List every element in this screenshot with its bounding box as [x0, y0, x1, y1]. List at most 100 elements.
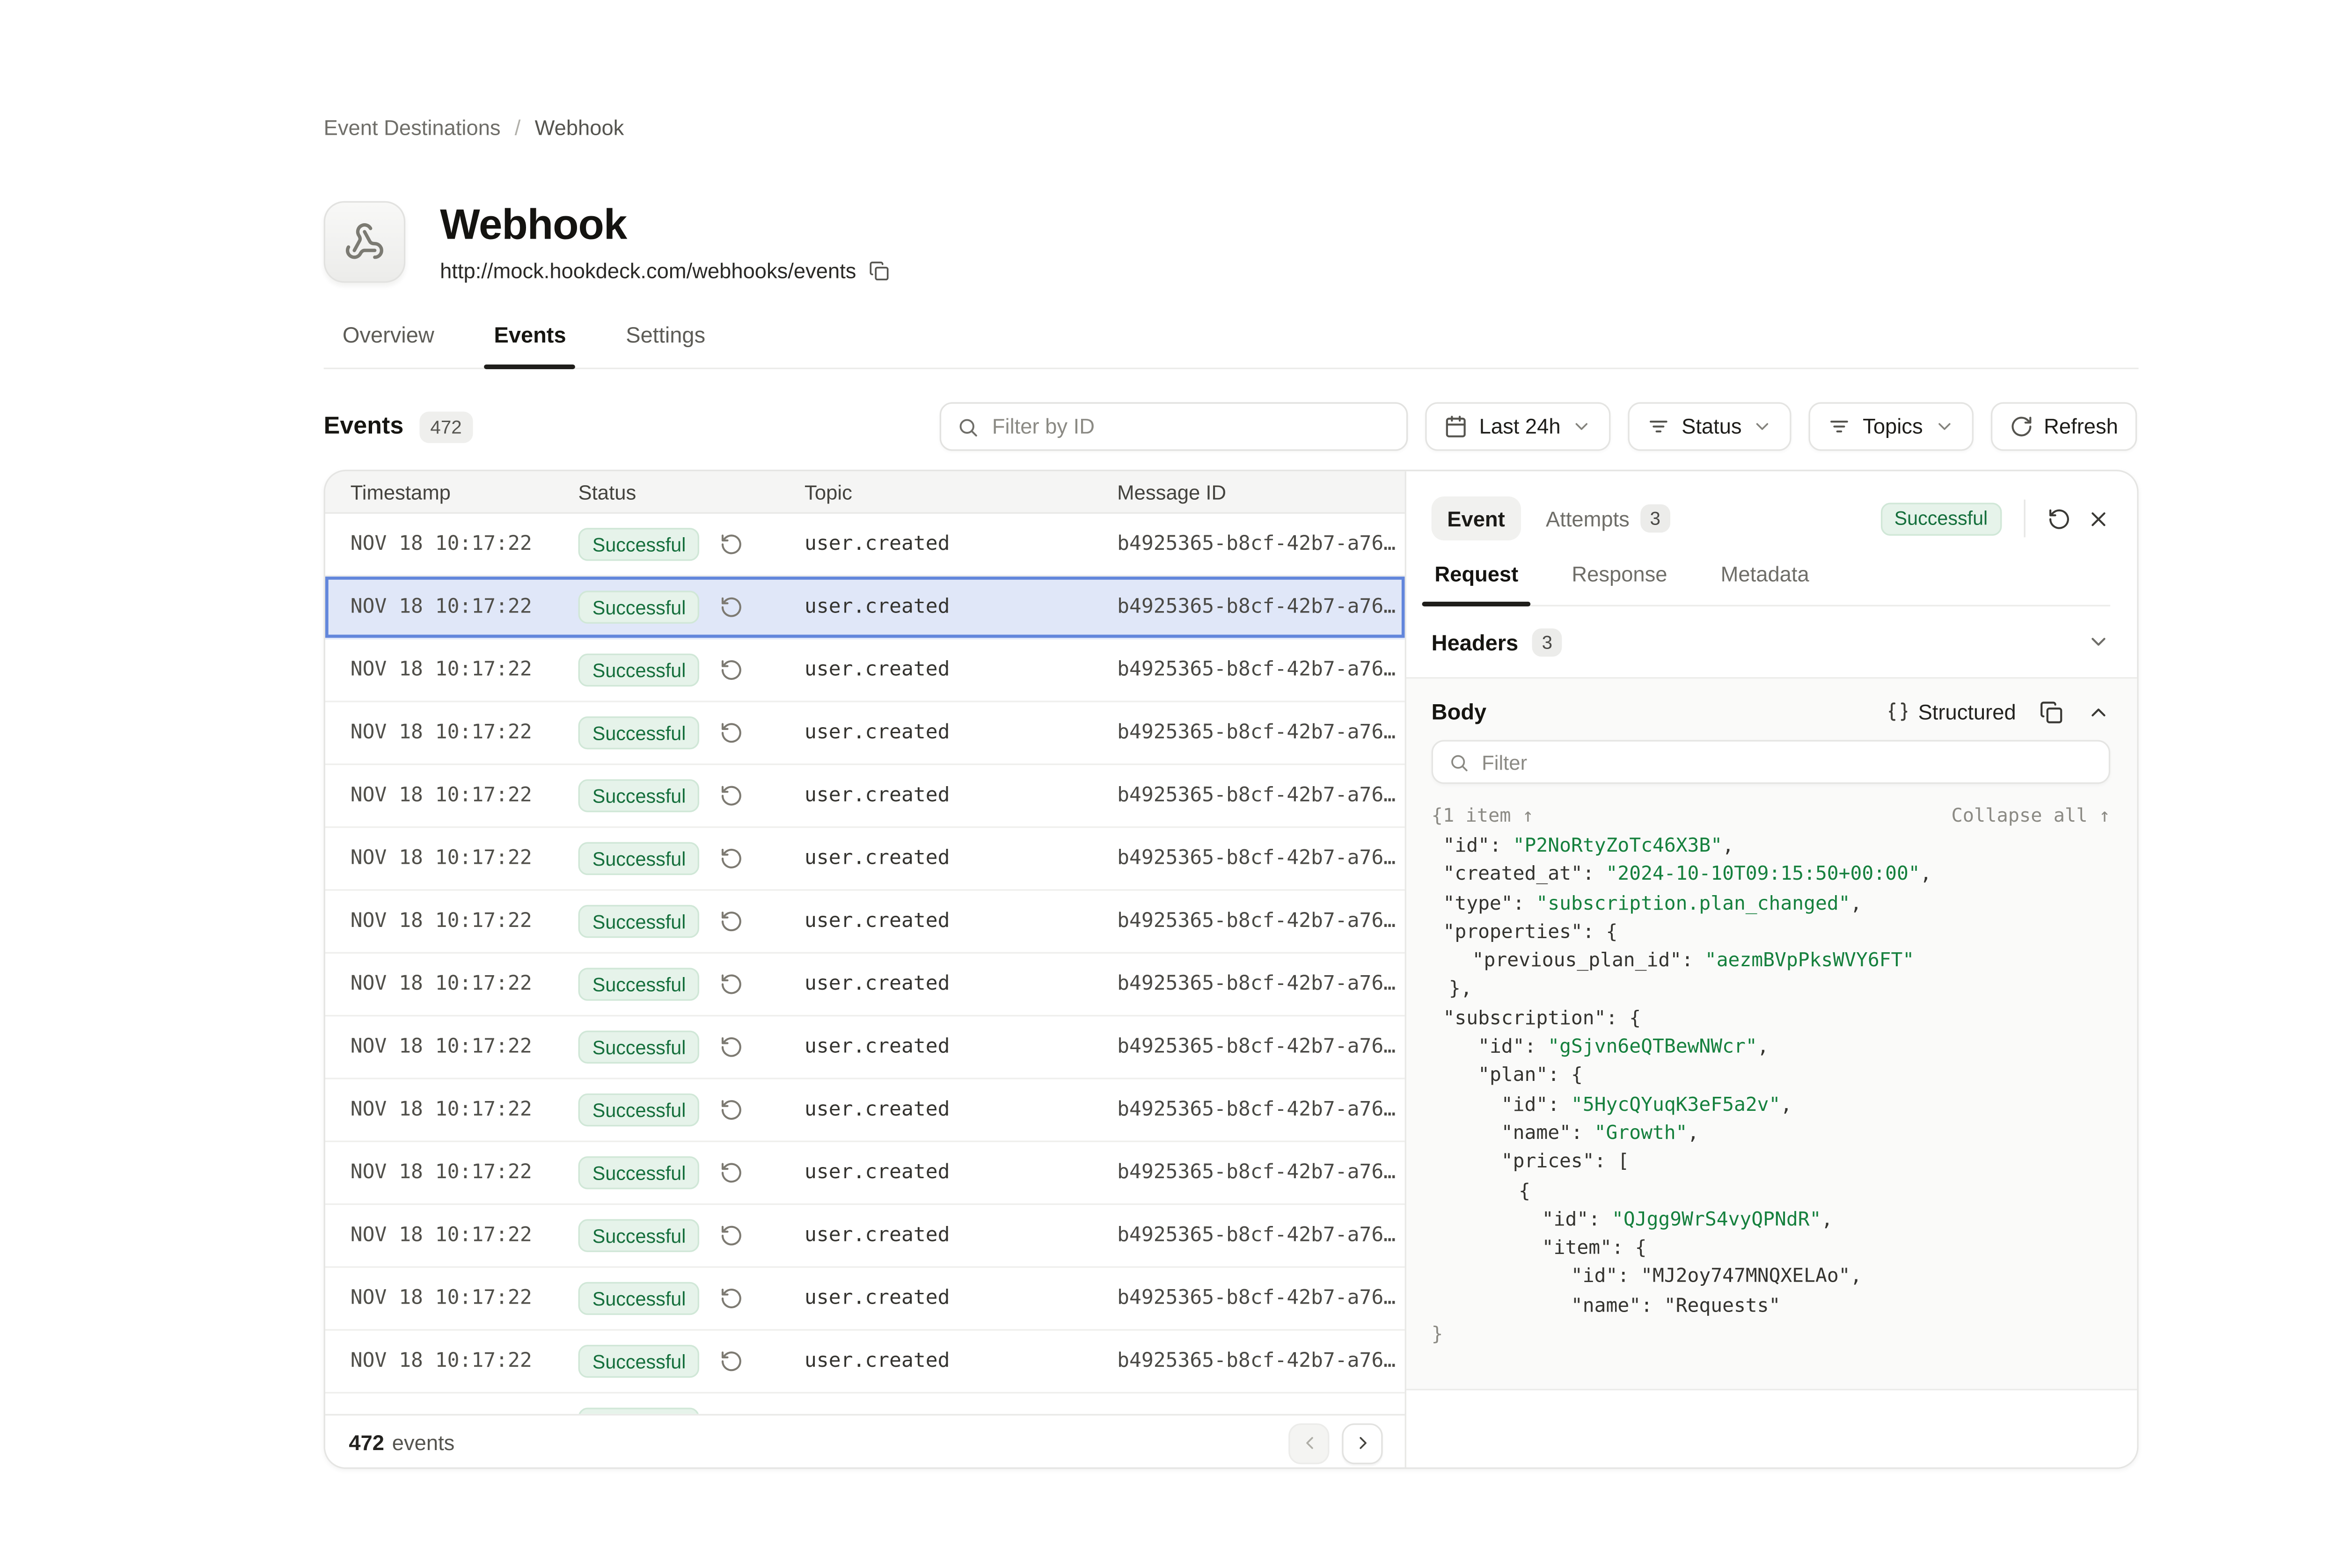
collapse-body-button[interactable]	[2087, 700, 2110, 723]
retry-row-button[interactable]	[720, 910, 744, 933]
sub-tab[interactable]: Response	[1569, 562, 1671, 605]
row-message-id: b4925365-b8cf-42b7-a76…	[1117, 595, 1404, 619]
table-row[interactable]: NOV 18 10:17:22 Successful user.created …	[325, 891, 1405, 954]
table-header: Timestamp Status Topic Message ID	[325, 471, 1405, 514]
table-row[interactable]: NOV 18 10:17:22 Successful user.created …	[325, 1393, 1405, 1414]
row-message-id: b4925365-b8cf-42b7-a76…	[1117, 532, 1404, 556]
retry-row-button[interactable]	[720, 1098, 744, 1122]
retry-icon	[720, 595, 744, 619]
search-icon	[1449, 752, 1470, 773]
row-timestamp: NOV 18 10:17:22	[351, 784, 578, 807]
breadcrumb-current: Webhook	[535, 116, 624, 139]
row-timestamp: NOV 18 10:17:22	[351, 910, 578, 933]
sub-tab[interactable]: Request	[1432, 562, 1521, 605]
table-row[interactable]: NOV 18 10:17:22 Successful user.created …	[325, 1142, 1405, 1205]
table-row[interactable]: NOV 18 10:17:22 Successful user.created …	[325, 640, 1405, 702]
body-filter-input[interactable]	[1482, 750, 2093, 773]
retry-event-button[interactable]	[2048, 507, 2071, 530]
refresh-button[interactable]: Refresh	[1990, 402, 2137, 451]
status-badge: Successful	[578, 779, 700, 812]
nav-tab[interactable]: Overview	[333, 322, 444, 367]
retry-row-button[interactable]	[720, 595, 744, 619]
divider	[2024, 500, 2025, 538]
nav-tabs: Overview Events Settings	[324, 322, 2139, 369]
status-filter-button[interactable]: Status	[1628, 402, 1792, 451]
table-row[interactable]: NOV 18 10:17:22 Successful user.created …	[325, 828, 1405, 890]
retry-row-button[interactable]	[720, 972, 744, 996]
retry-icon	[720, 972, 744, 996]
filter-by-id-search[interactable]	[940, 402, 1409, 451]
headers-section-toggle[interactable]: Headers 3	[1406, 606, 2139, 678]
retry-row-button[interactable]	[720, 1287, 744, 1310]
table-row[interactable]: NOV 18 10:17:22 Successful user.created …	[325, 1331, 1405, 1393]
row-message-id: b4925365-b8cf-42b7-a76…	[1117, 721, 1404, 744]
json-viewer[interactable]: "id": "P2NoRtyZoTc46X3B","created_at": "…	[1432, 831, 2110, 1349]
copy-url-button[interactable]	[869, 261, 889, 281]
close-panel-button[interactable]	[2087, 507, 2110, 530]
column-message-id: Message ID	[1117, 480, 1404, 503]
table-row[interactable]: NOV 18 10:17:22 Successful user.created …	[325, 514, 1405, 576]
collapse-all-button[interactable]: Collapse all ↑	[1951, 804, 2110, 826]
table-row[interactable]: NOV 18 10:17:22 Successful user.created …	[325, 954, 1405, 1016]
json-line: "properties": {	[1432, 917, 2110, 946]
events-count-badge: 472	[419, 411, 473, 442]
sub-tab-label: Response	[1572, 562, 1667, 586]
json-line: "name": "Growth",	[1432, 1118, 2110, 1147]
retry-row-button[interactable]	[720, 1349, 744, 1373]
status-badge: Successful	[578, 968, 700, 1001]
chevron-down-icon	[2087, 630, 2110, 653]
row-topic: user.created	[804, 784, 1117, 807]
sub-tab[interactable]: Metadata	[1718, 562, 1812, 605]
breadcrumb-parent[interactable]: Event Destinations	[324, 116, 501, 139]
status-badge: Successful	[578, 716, 700, 750]
table-row[interactable]: NOV 18 10:17:22 Successful user.created …	[325, 702, 1405, 765]
status-badge: Successful	[578, 905, 700, 938]
time-range-label: Last 24h	[1479, 415, 1561, 438]
row-topic: user.created	[804, 721, 1117, 744]
row-timestamp: NOV 18 10:17:22	[351, 1349, 578, 1373]
tab-attempts[interactable]: Attempts 3	[1546, 504, 1670, 532]
table-row[interactable]: NOV 18 10:17:22 Successful user.created …	[325, 576, 1405, 639]
row-topic: user.created	[804, 1224, 1117, 1247]
column-topic: Topic	[804, 480, 1117, 503]
retry-row-button[interactable]	[720, 1224, 744, 1247]
body-filter-search[interactable]	[1432, 740, 2110, 784]
retry-row-button[interactable]	[720, 721, 744, 744]
table-row[interactable]: NOV 18 10:17:22 Successful user.created …	[325, 1016, 1405, 1079]
time-range-button[interactable]: Last 24h	[1426, 402, 1611, 451]
sub-tab-label: Request	[1434, 562, 1518, 586]
table-row[interactable]: NOV 18 10:17:22 Successful user.created …	[325, 1079, 1405, 1142]
json-line: "item": {	[1432, 1233, 2110, 1262]
events-total-label: events	[392, 1431, 455, 1455]
filter-by-id-input[interactable]	[992, 415, 1391, 438]
retry-row-button[interactable]	[720, 658, 744, 682]
previous-page-button[interactable]	[1288, 1422, 1329, 1463]
topics-filter-button[interactable]: Topics	[1809, 402, 1973, 451]
row-topic: user.created	[804, 1036, 1117, 1059]
table-row[interactable]: NOV 18 10:17:22 Successful user.created …	[325, 765, 1405, 828]
tab-event[interactable]: Event	[1432, 496, 1521, 540]
row-timestamp: NOV 18 10:17:22	[351, 1287, 578, 1310]
retry-icon	[720, 847, 744, 870]
body-section: Body Structured	[1406, 678, 2139, 1390]
retry-row-button[interactable]	[720, 1161, 744, 1184]
retry-icon	[720, 1161, 744, 1184]
json-line: "name": "Requests"	[1432, 1291, 2110, 1320]
table-row[interactable]: NOV 18 10:17:22 Successful user.created …	[325, 1268, 1405, 1331]
row-timestamp: NOV 18 10:17:22	[351, 1036, 578, 1059]
nav-tab[interactable]: Settings	[616, 322, 715, 367]
page: Event Destinations / Webhook Webhook htt…	[0, 0, 2340, 1568]
nav-tab[interactable]: Events	[484, 322, 575, 367]
retry-row-button[interactable]	[720, 1036, 744, 1059]
headers-label: Headers	[1432, 629, 1519, 655]
table-row[interactable]: NOV 18 10:17:22 Successful user.created …	[325, 1205, 1405, 1268]
root-item-toggle[interactable]: {1 item ↑	[1432, 804, 1534, 826]
structured-toggle[interactable]: Structured	[1887, 700, 2016, 723]
retry-row-button[interactable]	[720, 784, 744, 807]
copy-body-button[interactable]	[2040, 700, 2063, 723]
retry-row-button[interactable]	[720, 532, 744, 556]
next-page-button[interactable]	[1342, 1422, 1382, 1463]
breadcrumb: Event Destinations / Webhook	[324, 0, 2139, 140]
json-line: },	[1432, 975, 2110, 1003]
retry-row-button[interactable]	[720, 847, 744, 870]
